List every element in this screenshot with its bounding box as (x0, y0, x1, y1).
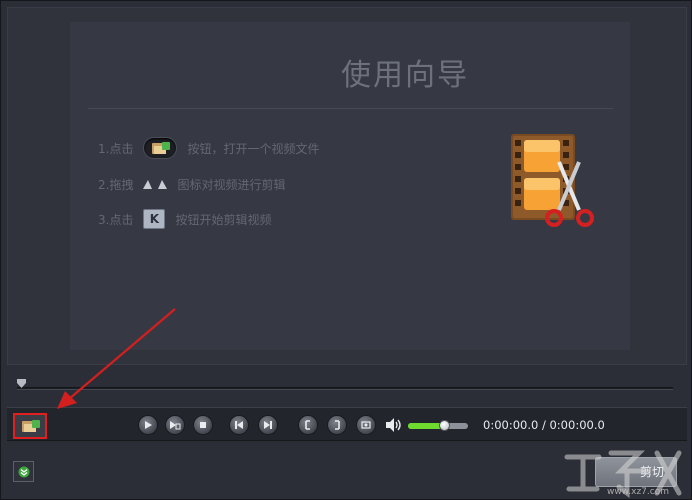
trim-markers-icon (143, 179, 168, 189)
play-button[interactable] (138, 415, 158, 435)
step-3-suffix: 按钮开始剪辑视频 (175, 212, 272, 227)
volume-slider[interactable] (408, 420, 468, 431)
video-preview-area: 使用向导 1.点击 按钮，打开一个视频文件 2.拖拽 图标对视频进行剪辑 3.点… (7, 7, 687, 365)
guide-step-1: 1.点击 按钮，打开一个视频文件 (98, 136, 319, 160)
stop-button[interactable] (193, 415, 213, 435)
usage-guide-panel: 使用向导 1.点击 按钮，打开一个视频文件 2.拖拽 图标对视频进行剪辑 3.点… (70, 22, 630, 350)
timeline-slider[interactable] (17, 379, 673, 391)
step-1-prefix: 1.点击 (98, 141, 134, 156)
guide-divider (88, 108, 613, 109)
timeline-track[interactable] (17, 387, 673, 390)
folder-open-icon (22, 420, 40, 432)
play-selection-button[interactable] (165, 415, 185, 435)
bottom-bar: 剪切 (1, 447, 692, 500)
step-3-prefix: 3.点击 (98, 212, 134, 227)
control-bar: 0:00:00.0 / 0:00:00.0 (7, 407, 687, 441)
play-icon (145, 421, 152, 429)
double-chevron-down-icon (18, 466, 29, 477)
snapshot-icon (361, 421, 371, 429)
mark-start-icon (305, 420, 310, 430)
watermark-text: www.xz7.com (607, 487, 669, 497)
app-window: 使用向导 1.点击 按钮，打开一个视频文件 2.拖拽 图标对视频进行剪辑 3.点… (0, 0, 692, 500)
play-selection-icon (170, 421, 181, 430)
step-2-suffix: 图标对视频进行剪辑 (177, 177, 286, 192)
snapshot-button[interactable] (356, 415, 376, 435)
guide-title: 使用向导 (341, 58, 469, 93)
guide-step-3: 3.点击 K 按钮开始剪辑视频 (98, 207, 271, 231)
step-1-suffix: 按钮，打开一个视频文件 (187, 141, 320, 156)
step-2-prefix: 2.拖拽 (98, 177, 134, 192)
next-button[interactable] (258, 415, 278, 435)
expand-panel-button[interactable] (13, 461, 34, 482)
cut-icon: K (143, 209, 166, 229)
cut-button[interactable]: 剪切 (595, 457, 677, 487)
timeline-playhead[interactable] (17, 379, 26, 388)
mark-end-button[interactable] (327, 415, 347, 435)
previous-button[interactable] (229, 415, 249, 435)
volume-knob[interactable] (439, 420, 450, 431)
volume-icon[interactable] (385, 417, 403, 433)
open-file-button[interactable] (13, 413, 47, 439)
open-file-icon (143, 137, 178, 159)
next-icon (264, 421, 272, 429)
film-scissors-icon (511, 134, 594, 227)
mark-start-button[interactable] (298, 415, 318, 435)
mark-end-icon (335, 420, 340, 430)
stop-icon (200, 422, 206, 428)
time-display: 0:00:00.0 / 0:00:00.0 (483, 418, 605, 432)
guide-step-2: 2.拖拽 图标对视频进行剪辑 (98, 172, 285, 196)
previous-icon (235, 421, 243, 429)
